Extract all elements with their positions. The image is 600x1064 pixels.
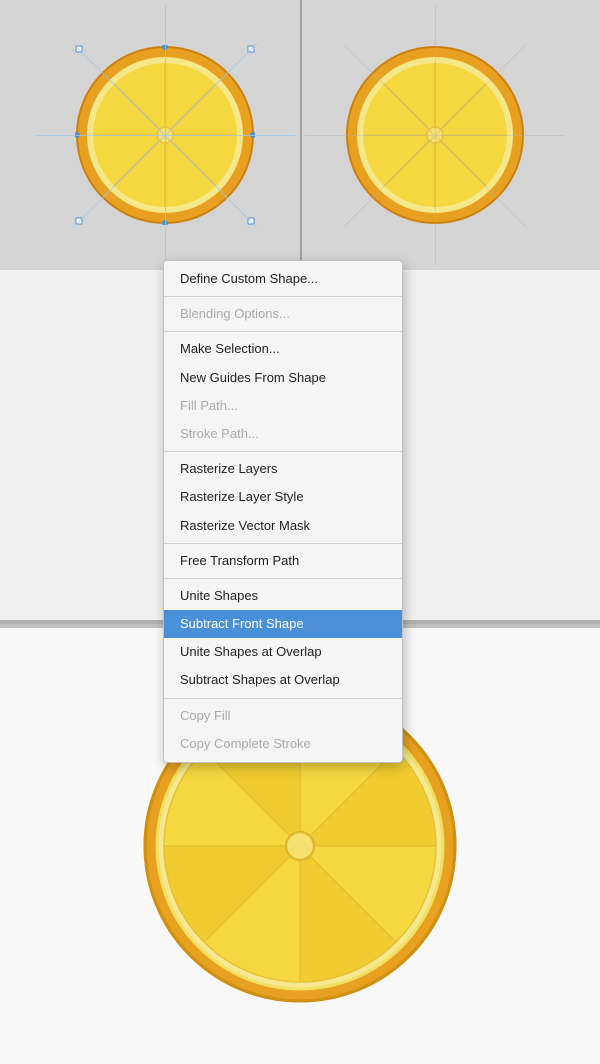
menu-separator-4 — [164, 543, 402, 544]
citrus-right-container — [345, 45, 525, 225]
menu-item-rasterize-layers[interactable]: Rasterize Layers — [164, 455, 402, 483]
menu-item-copy-complete-stroke[interactable]: Copy Complete Stroke — [164, 730, 402, 758]
citrus-left-container — [75, 45, 255, 225]
left-guides — [35, 5, 295, 265]
menu-separator-5 — [164, 578, 402, 579]
menu-item-rasterize-vector-mask[interactable]: Rasterize Vector Mask — [164, 512, 402, 540]
menu-separator-2 — [164, 331, 402, 332]
menu-item-make-selection[interactable]: Make Selection... — [164, 335, 402, 363]
menu-item-unite-shapes-overlap[interactable]: Unite Shapes at Overlap — [164, 638, 402, 666]
menu-item-subtract-shapes-overlap[interactable]: Subtract Shapes at Overlap — [164, 666, 402, 694]
canvas-area — [0, 0, 600, 270]
menu-item-rasterize-layer-style[interactable]: Rasterize Layer Style — [164, 483, 402, 511]
top-section: 思缘设计论坛 www.MISSVUAN.COM — [0, 0, 600, 620]
context-menu[interactable]: Define Custom Shape... Blending Options.… — [163, 260, 403, 763]
menu-item-stroke-path[interactable]: Stroke Path... — [164, 420, 402, 448]
menu-item-copy-fill[interactable]: Copy Fill — [164, 702, 402, 730]
menu-item-subtract-front-shape[interactable]: Subtract Front Shape — [164, 610, 402, 638]
menu-item-new-guides[interactable]: New Guides From Shape — [164, 364, 402, 392]
menu-item-unite-shapes[interactable]: Unite Shapes — [164, 582, 402, 610]
menu-item-define-custom-shape[interactable]: Define Custom Shape... — [164, 265, 402, 293]
menu-separator-6 — [164, 698, 402, 699]
right-guides — [305, 5, 565, 265]
canvas-divider — [300, 0, 302, 270]
menu-item-blending-options[interactable]: Blending Options... — [164, 300, 402, 328]
menu-item-fill-path[interactable]: Fill Path... — [164, 392, 402, 420]
menu-separator-3 — [164, 451, 402, 452]
menu-item-free-transform[interactable]: Free Transform Path — [164, 547, 402, 575]
menu-separator-1 — [164, 296, 402, 297]
